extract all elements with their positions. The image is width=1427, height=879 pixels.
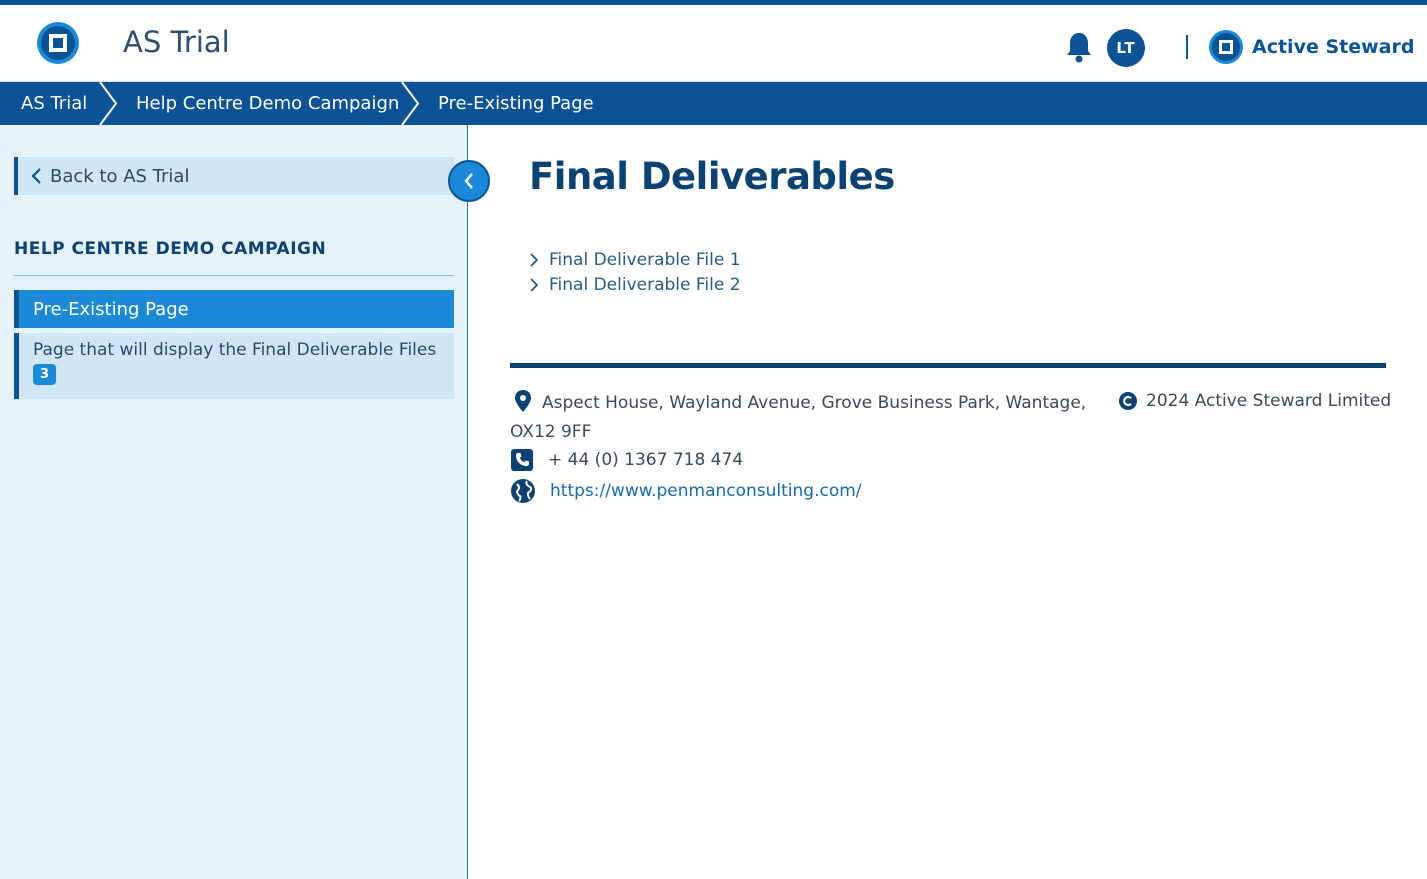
main-content: Final Deliverables Final Deliverable Fil…	[469, 125, 1427, 879]
phone-text: + 44 (0) 1367 718 474	[548, 450, 744, 470]
page-title: Final Deliverables	[529, 155, 895, 198]
breadcrumb: AS Trial Help Centre Demo Campaign Pre-E…	[0, 82, 1427, 125]
sidebar-item-final-deliverables-page[interactable]: Page that will display the Final Deliver…	[14, 333, 454, 399]
sidebar-item-label: Pre-Existing Page	[33, 298, 189, 320]
file-item-label: Final Deliverable File 2	[549, 274, 741, 295]
chevron-right-icon	[530, 252, 539, 267]
header-divider	[1186, 35, 1188, 59]
chevron-right-icon	[530, 277, 539, 292]
footer-website: https://www.penmanconsulting.com/	[510, 478, 862, 504]
phone-icon	[511, 449, 533, 471]
copyright-text: 2024 Active Steward Limited	[1146, 391, 1392, 411]
breadcrumb-separator-icon	[99, 82, 118, 125]
app-logo-icon[interactable]	[36, 21, 80, 65]
sidebar-divider	[14, 275, 454, 276]
app-title[interactable]: AS Trial	[123, 25, 230, 59]
globe-icon	[511, 479, 535, 503]
breadcrumb-item-as-trial[interactable]: AS Trial	[21, 93, 87, 114]
file-item-1[interactable]: Final Deliverable File 1	[529, 247, 741, 272]
breadcrumb-item-current[interactable]: Pre-Existing Page	[438, 93, 594, 114]
breadcrumb-separator-icon	[401, 82, 420, 125]
top-bar: AS Trial LT Active Steward	[0, 0, 1427, 82]
sidebar-section-title: HELP CENTRE DEMO CAMPAIGN	[14, 239, 327, 259]
file-item-2[interactable]: Final Deliverable File 2	[529, 272, 741, 297]
sidebar-item-label: Page that will display the Final Deliver…	[33, 340, 437, 360]
back-link-label: Back to AS Trial	[50, 165, 190, 187]
address-text: Aspect House, Wayland Avenue, Grove Busi…	[510, 393, 1087, 442]
count-badge: 3	[33, 364, 56, 385]
footer-copyright: 2024 Active Steward Limited	[1118, 391, 1391, 411]
brand: Active Steward	[1208, 29, 1414, 65]
brand-name: Active Steward	[1252, 36, 1415, 58]
user-avatar[interactable]: LT	[1107, 29, 1145, 67]
chevron-left-icon	[31, 168, 41, 184]
breadcrumb-item-campaign[interactable]: Help Centre Demo Campaign	[136, 93, 399, 114]
back-link[interactable]: Back to AS Trial	[14, 157, 454, 195]
footer-phone: + 44 (0) 1367 718 474	[510, 448, 743, 472]
footer-divider	[510, 363, 1386, 368]
footer-address: Aspect House, Wayland Avenue, Grove Busi…	[510, 389, 1100, 447]
file-list: Final Deliverable File 1 Final Deliverab…	[529, 247, 741, 297]
copyright-icon	[1119, 392, 1137, 410]
location-pin-icon	[515, 390, 531, 412]
file-item-label: Final Deliverable File 1	[549, 249, 741, 270]
sidebar: Back to AS Trial HELP CENTRE DEMO CAMPAI…	[0, 125, 468, 879]
sidebar-item-pre-existing-page[interactable]: Pre-Existing Page	[14, 290, 454, 328]
notification-bell-icon[interactable]	[1064, 30, 1094, 64]
brand-logo-icon	[1209, 30, 1243, 64]
website-link[interactable]: https://www.penmanconsulting.com/	[550, 481, 862, 501]
